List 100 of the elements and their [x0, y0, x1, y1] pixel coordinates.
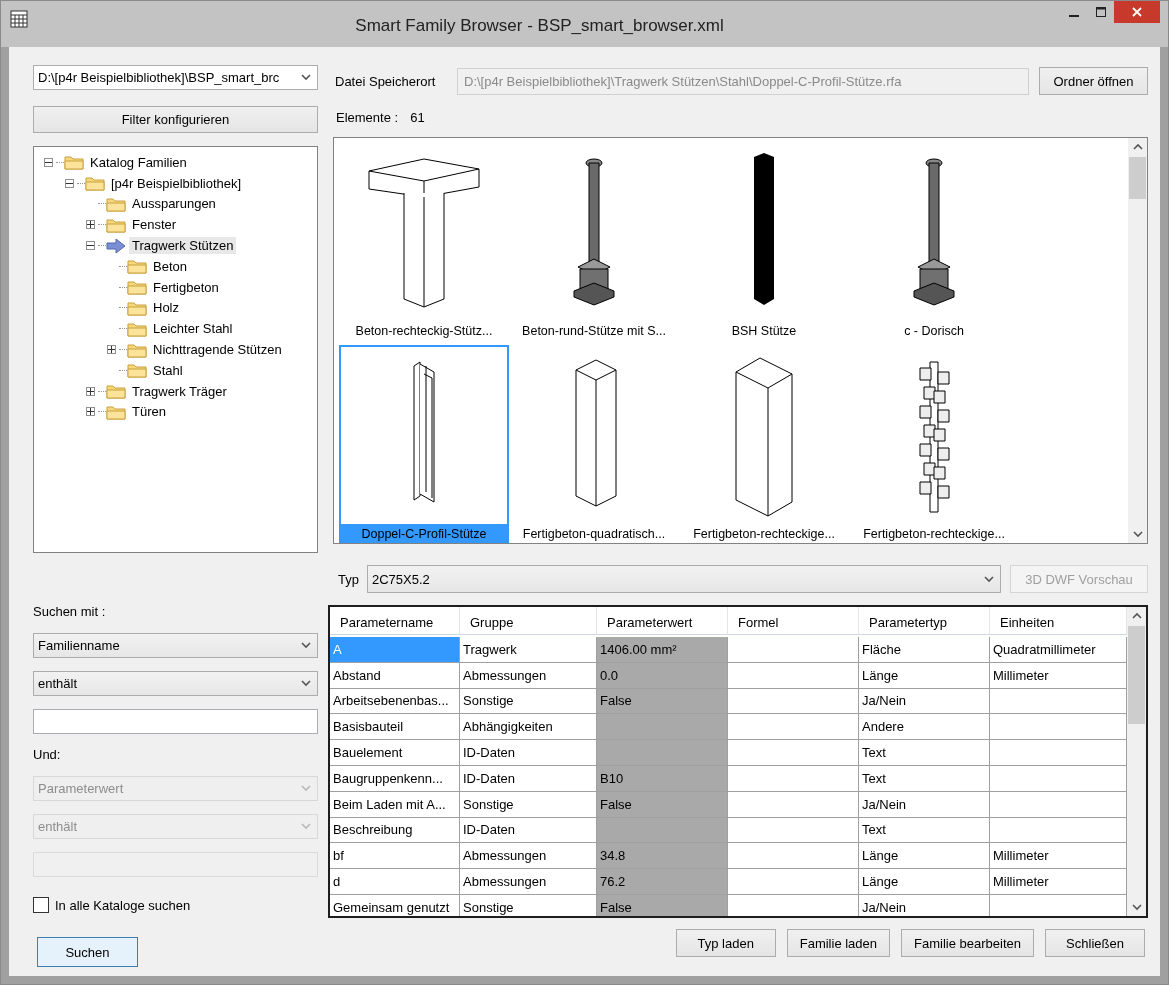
chevron-down-icon: [301, 642, 311, 649]
plus-icon: [87, 387, 94, 395]
collapse-toggle[interactable]: [65, 178, 74, 188]
thumbnail-tile[interactable]: Fertigbeton-rechteckige...: [849, 345, 1019, 543]
thumbnail-tile[interactable]: c - Dorisch: [849, 142, 1019, 342]
tree-item[interactable]: [p4r Beispielbibliothek]: [108, 174, 245, 192]
close-button[interactable]: [1114, 1, 1160, 23]
tree-item[interactable]: Katalog Familien: [87, 153, 190, 171]
expand-toggle[interactable]: [86, 386, 95, 396]
thumbnail-label: Beton-rechteckig-Stütz...: [354, 323, 494, 340]
type-dropdown[interactable]: 2C75X5.2: [367, 565, 1001, 593]
chevron-down-icon: [1132, 531, 1143, 538]
scrollbar[interactable]: [1127, 607, 1146, 916]
column-header[interactable]: Gruppe: [460, 607, 597, 635]
thumbnail-tile[interactable]: Fertigbeton-rechteckige...: [679, 345, 849, 543]
column-header[interactable]: Parametertyp: [859, 607, 990, 635]
table-cell: Text: [859, 740, 990, 766]
column-header[interactable]: Formel: [728, 607, 859, 635]
type-label: Typ: [338, 571, 358, 587]
thumbnail-label: Fertigbeton-quadratisch...: [521, 526, 667, 543]
thumbnail-tile[interactable]: BSH Stütze: [679, 142, 849, 342]
arrow-right-icon: [106, 237, 126, 254]
scrollbar-thumb[interactable]: [1128, 626, 1145, 724]
elements-label: Elemente :: [336, 110, 399, 125]
chevron-down-icon: [301, 74, 311, 81]
dropdown[interactable]: enthält: [33, 671, 318, 696]
checkbox[interactable]: [33, 897, 49, 913]
text-field[interactable]: [33, 709, 318, 734]
dropdown[interactable]: Familienname: [33, 633, 318, 658]
footer-button[interactable]: Typ laden: [675, 929, 776, 957]
tree-item[interactable]: Beton: [150, 257, 190, 275]
column-header[interactable]: Parameterwert: [597, 607, 728, 635]
footer-button[interactable]: Familie bearbeiten: [901, 929, 1034, 957]
table-cell: 1406.00 mm²: [597, 637, 728, 663]
table-cell: Text: [859, 817, 990, 844]
table-cell: Abmessungen: [460, 662, 597, 689]
search-button[interactable]: Suchen: [37, 937, 138, 967]
footer-button[interactable]: Familie laden: [786, 929, 891, 957]
table-cell: Abmessungen: [460, 869, 597, 895]
window-title: Smart Family Browser - BSP_smart_browser.xml: [354, 16, 725, 36]
table-cell: Ja/Nein: [859, 894, 990, 916]
collapse-toggle[interactable]: [44, 157, 53, 167]
plus-icon: [87, 408, 94, 416]
tree-item[interactable]: Türen: [129, 403, 169, 421]
tree-item[interactable]: Tragwerk Träger: [129, 382, 230, 400]
chevron-up-icon: [1132, 143, 1143, 150]
folder-icon: [127, 320, 147, 337]
table-cell: Sonstige: [460, 894, 597, 916]
table-cell: Abhängigkeiten: [460, 714, 597, 741]
and-label: Und:: [33, 747, 62, 762]
catalog-dropdown[interactable]: D:\[p4r Beispielbibliothek]\BSP_smart_brc: [33, 65, 318, 90]
column-header[interactable]: Parametername: [330, 607, 460, 635]
collapse-toggle[interactable]: [86, 241, 95, 251]
plus-icon: [108, 346, 115, 354]
thumbnail-label: Fertigbeton-rechteckige...: [862, 526, 1006, 543]
table-cell: Länge: [859, 869, 990, 895]
folder-icon: [127, 362, 147, 379]
filter-button[interactable]: Filter konfigurieren: [33, 106, 318, 133]
table-cell: Arbeitsebenenbas...: [330, 688, 460, 715]
tree-item[interactable]: Holz: [150, 299, 182, 317]
thumbnail-tile[interactable]: Fertigbeton-quadratisch...: [509, 345, 679, 543]
tree-item[interactable]: Fertigbeton: [150, 278, 222, 296]
chevron-down-icon: [984, 575, 994, 583]
chevron-up-icon: [1131, 612, 1142, 619]
table-cell: 34.8: [597, 843, 728, 870]
tree-item[interactable]: Stahl: [150, 361, 186, 379]
tree-item[interactable]: Leichter Stahl: [150, 320, 236, 338]
elements-count: 61: [410, 110, 425, 125]
thumbnail-tile[interactable]: Doppel-C-Profil-Stütze: [339, 345, 509, 543]
table-cell: Millimeter: [990, 662, 1127, 689]
thumbnail-tile[interactable]: Beton-rund-Stütze mit S...: [509, 142, 679, 342]
table-cell: Tragwerk: [460, 637, 597, 663]
folder-icon: [127, 258, 147, 275]
table-cell: False: [597, 688, 728, 715]
table-cell: Gemeinsam genutzt: [330, 894, 460, 916]
footer-button[interactable]: Schließen: [1045, 929, 1145, 957]
plus-icon: [87, 221, 94, 229]
thumbnail-label: BSH Stütze: [730, 323, 798, 340]
folder-icon: [85, 175, 105, 192]
scrollbar-thumb[interactable]: [1129, 157, 1146, 199]
chevron-down-icon: [1131, 904, 1142, 911]
tree-item[interactable]: Aussparungen: [129, 195, 219, 213]
expand-toggle[interactable]: [86, 220, 95, 230]
expand-toggle[interactable]: [107, 345, 116, 355]
table-cell: Sonstige: [460, 791, 597, 818]
expand-toggle[interactable]: [86, 407, 95, 417]
table-cell: Ja/Nein: [859, 688, 990, 715]
tree-item[interactable]: Fenster: [129, 216, 180, 234]
scrollbar[interactable]: [1128, 138, 1147, 543]
tree-item[interactable]: Nichttragende Stützen: [150, 341, 285, 359]
thumbnail-tile[interactable]: Beton-rechteckig-Stütz...: [339, 142, 509, 342]
table-cell: Andere: [859, 714, 990, 741]
thumbnail-label: Doppel-C-Profil-Stütze: [340, 524, 508, 543]
table-cell: Fläche: [859, 637, 990, 663]
table-cell: A: [330, 637, 460, 663]
checkbox-label: In alle Kataloge suchen: [55, 897, 191, 913]
file-location-label: Datei Speicherort: [335, 73, 437, 89]
chevron-down-icon: [301, 823, 311, 830]
table-cell: Baugruppenkenn...: [330, 766, 460, 792]
tree-item[interactable]: Tragwerk Stützen: [129, 237, 237, 255]
